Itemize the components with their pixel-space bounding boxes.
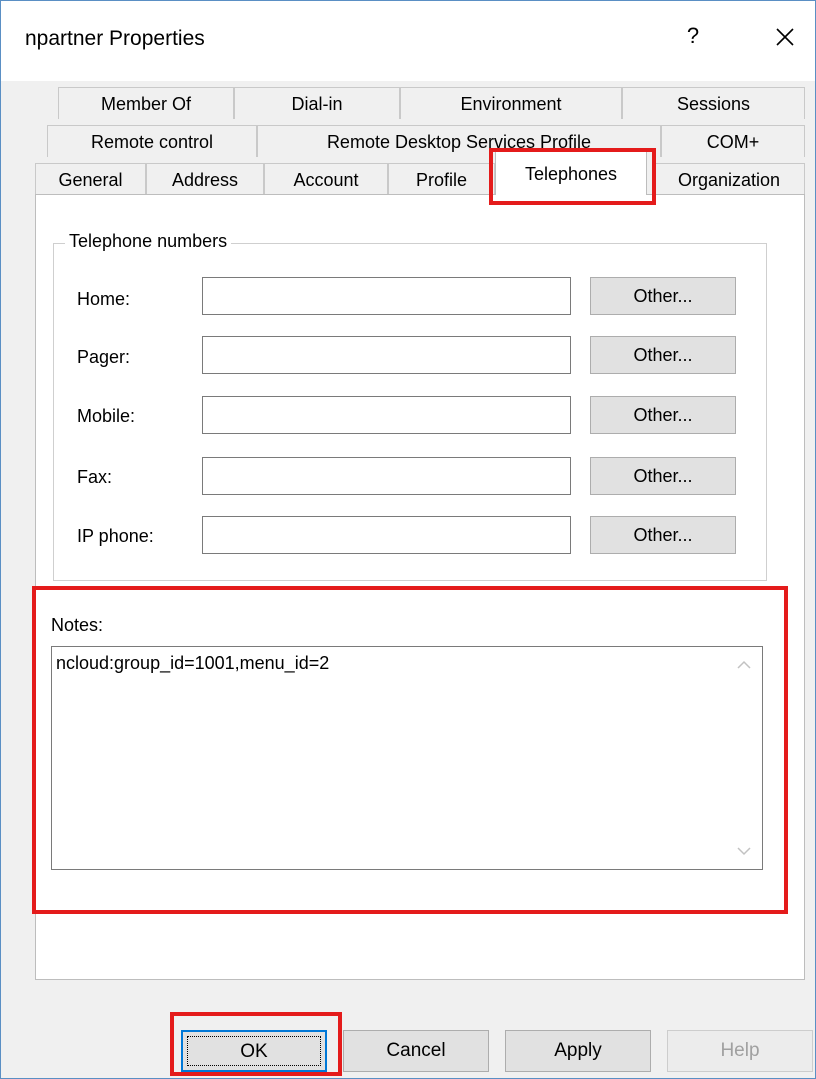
home-label: Home:: [77, 289, 131, 309]
fax-other-button[interactable]: Other...: [590, 457, 736, 495]
pager-other-button[interactable]: Other...: [590, 336, 736, 374]
home-other-button[interactable]: Other...: [590, 277, 736, 315]
mobile-other-button[interactable]: Other...: [590, 396, 736, 434]
notes-label: Notes:: [51, 615, 104, 635]
group-title: Telephone numbers: [65, 231, 232, 252]
title-bar: npartner Properties ?: [1, 1, 815, 81]
chevron-up-icon[interactable]: [734, 657, 754, 673]
notes-scrollbar[interactable]: [726, 647, 762, 869]
ip-phone-label: IP phone:: [77, 526, 154, 546]
tab-general[interactable]: General: [35, 163, 146, 195]
pager-input[interactable]: [202, 336, 571, 374]
tab-telephones[interactable]: Telephones: [495, 151, 647, 195]
ip-phone-other-button[interactable]: Other...: [590, 516, 736, 554]
focus-ring: [187, 1036, 321, 1066]
properties-dialog: npartner Properties ? Member Of Dial-in …: [0, 0, 816, 1079]
tab-account[interactable]: Account: [264, 163, 388, 195]
mobile-label: Mobile:: [77, 406, 136, 426]
notes-value: ncloud:group_id=1001,menu_id=2: [56, 653, 330, 673]
tab-address[interactable]: Address: [146, 163, 264, 195]
mobile-input[interactable]: [202, 396, 571, 434]
home-phone-input[interactable]: [202, 277, 571, 315]
tab-sessions[interactable]: Sessions: [622, 87, 805, 119]
tab-environment[interactable]: Environment: [400, 87, 622, 119]
tab-com-plus[interactable]: COM+: [661, 125, 805, 157]
help-button: Help: [667, 1030, 813, 1072]
pager-label: Pager:: [77, 347, 131, 367]
ok-button[interactable]: OK: [181, 1030, 327, 1072]
cancel-button[interactable]: Cancel: [343, 1030, 489, 1072]
apply-button[interactable]: Apply: [505, 1030, 651, 1072]
chevron-down-icon[interactable]: [734, 843, 754, 859]
tab-member-of[interactable]: Member Of: [58, 87, 234, 119]
tab-dial-in[interactable]: Dial-in: [234, 87, 400, 119]
fax-label: Fax:: [77, 467, 113, 487]
ip-phone-input[interactable]: [202, 516, 571, 554]
notes-textarea[interactable]: ncloud:group_id=1001,menu_id=2: [51, 646, 763, 870]
window-title: npartner Properties: [25, 27, 205, 50]
help-icon[interactable]: ?: [681, 23, 705, 49]
tab-profile[interactable]: Profile: [388, 163, 495, 195]
fax-input[interactable]: [202, 457, 571, 495]
close-icon[interactable]: [771, 23, 799, 51]
tab-organization[interactable]: Organization: [653, 163, 805, 195]
tab-remote-control[interactable]: Remote control: [47, 125, 257, 157]
